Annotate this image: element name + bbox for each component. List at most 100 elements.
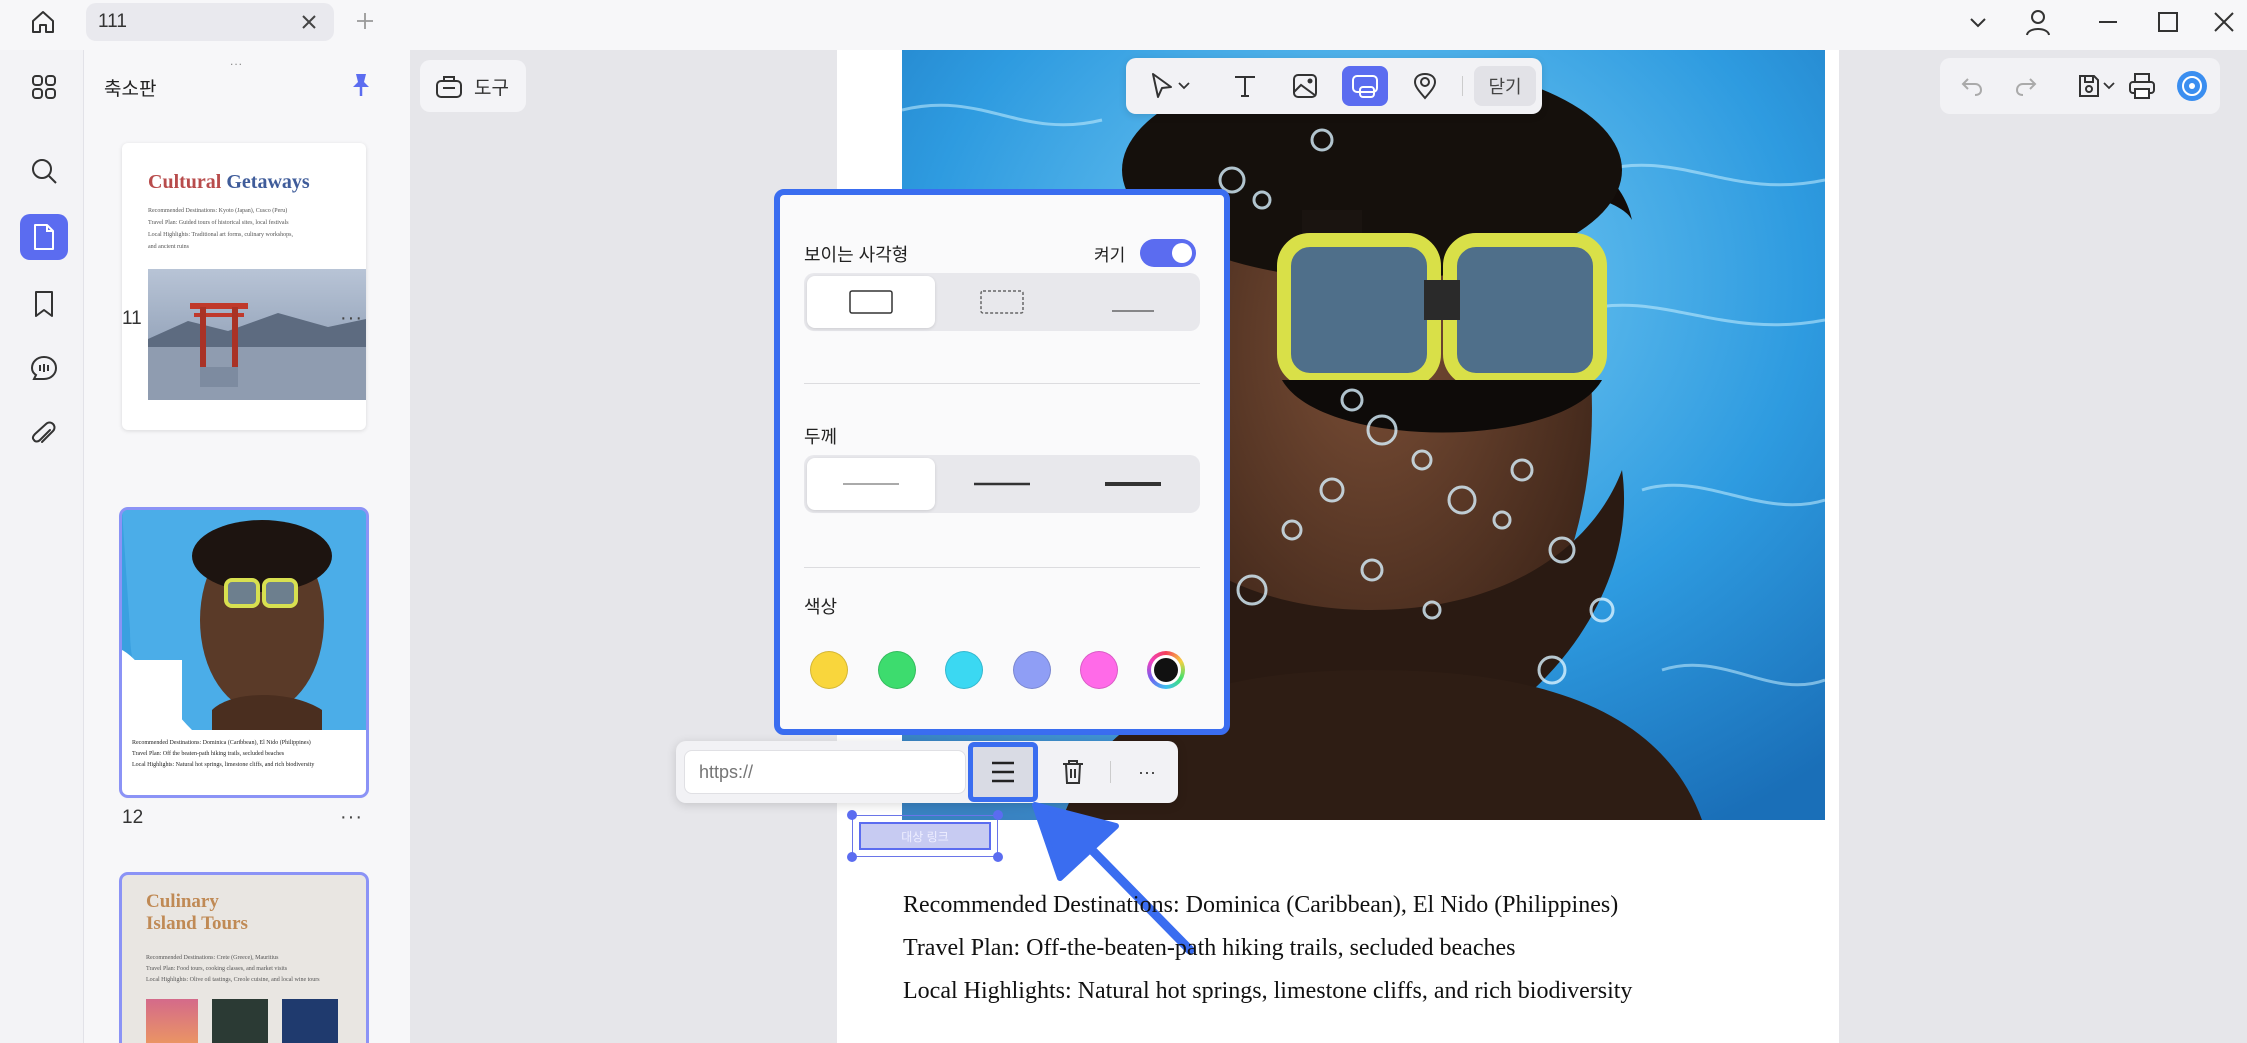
undo-icon	[1961, 78, 1983, 96]
border-dashed-option[interactable]	[938, 276, 1066, 328]
rail-pages-button[interactable]	[20, 214, 68, 260]
thumbnail-title-part-a: Culinary	[146, 891, 219, 912]
palm-night-image	[282, 999, 338, 1043]
page-11-more-button[interactable]: ···	[340, 307, 363, 330]
thumbnail-line: Local Highlights: Traditional art forms,…	[148, 232, 293, 238]
thickness-thin-option[interactable]	[807, 458, 935, 510]
color-swatch-custom[interactable]	[1147, 651, 1185, 689]
paperclip-icon	[31, 421, 56, 443]
select-tool-button[interactable]	[1134, 66, 1204, 106]
grid-icon	[32, 75, 56, 99]
color-swatch-green[interactable]	[878, 651, 916, 689]
search-icon	[32, 159, 57, 184]
visible-rect-label: 보이는 사각형	[804, 245, 909, 265]
page-thumbnail-12[interactable]: Recommended Destinations: Dominica (Cari…	[119, 507, 369, 798]
resize-handle[interactable]	[993, 810, 1003, 820]
resize-handle[interactable]	[847, 852, 857, 862]
toggle-knob	[1172, 243, 1192, 263]
color-swatch-cyan[interactable]	[945, 651, 983, 689]
maximize-button[interactable]	[2148, 4, 2188, 40]
drag-handle[interactable]: ...	[230, 54, 243, 68]
save-button[interactable]	[2066, 68, 2126, 104]
color-swatch-pink[interactable]	[1080, 651, 1118, 689]
page-12-more-button[interactable]: ···	[340, 806, 363, 829]
divider	[804, 383, 1200, 384]
rail-comments-button[interactable]	[20, 346, 68, 392]
rail-apps-button[interactable]	[20, 64, 68, 110]
chevron-down-button[interactable]	[1958, 4, 1998, 40]
ai-assistant-button[interactable]	[2172, 68, 2212, 104]
delete-link-button[interactable]	[1046, 750, 1100, 794]
link-toolbar: ···	[676, 741, 1178, 803]
close-edit-button[interactable]: 닫기	[1474, 66, 1536, 106]
thickness-label: 두께	[804, 427, 838, 447]
thickness-thick-option[interactable]	[1069, 458, 1197, 510]
minimize-button[interactable]	[2088, 4, 2128, 40]
thumbnail-line: Travel Plan: Off the beaten-path hiking …	[132, 751, 285, 757]
thumbnail-title-part-b: Island Tours	[146, 913, 248, 934]
close-icon[interactable]	[298, 11, 320, 33]
add-tab-icon[interactable]	[352, 8, 378, 34]
link-tool-button[interactable]	[1342, 66, 1388, 106]
pin-icon[interactable]	[349, 72, 373, 98]
color-swatch-yellow[interactable]	[810, 651, 848, 689]
page-thumbnail-13[interactable]: Culinary Island Tours Recommended Destin…	[119, 872, 369, 1043]
redo-icon	[2015, 78, 2037, 96]
account-button[interactable]	[2018, 4, 2058, 40]
link-properties-button[interactable]	[968, 742, 1038, 802]
rail-search-button[interactable]	[20, 148, 68, 194]
close-icon	[2214, 12, 2234, 32]
diver-thumbnail-image	[122, 510, 366, 730]
thumbnail-text: Recommended Destinations: Dominica (Cari…	[132, 738, 360, 771]
dashed-rect-icon	[980, 290, 1024, 314]
medium-line-icon	[974, 482, 1030, 486]
image-tool-button[interactable]	[1282, 66, 1328, 106]
right-toolbar	[1940, 58, 2220, 114]
thumbnail-line: Local Highlights: Olive oil tastings, Cr…	[146, 977, 320, 983]
page-number-12: 12	[122, 807, 144, 828]
page-number-11: 11	[122, 308, 142, 329]
border-underline-option[interactable]	[1069, 276, 1197, 328]
comment-icon	[30, 355, 58, 380]
stamp-tool-button[interactable]	[1402, 66, 1448, 106]
thin-line-icon	[843, 483, 899, 485]
visible-rect-toggle[interactable]	[1140, 239, 1196, 267]
undo-button[interactable]	[1952, 68, 1992, 104]
resize-handle[interactable]	[847, 810, 857, 820]
tools-button[interactable]: 도구	[420, 60, 526, 112]
rail-attachments-button[interactable]	[20, 412, 68, 458]
print-button[interactable]	[2122, 68, 2162, 104]
page-thumbnail-11[interactable]: Cultural Getaways Recommended Destinatio…	[122, 143, 366, 430]
document-tab[interactable]: 111	[86, 3, 334, 41]
page-icon	[34, 224, 54, 250]
border-solid-option[interactable]	[807, 276, 935, 328]
tab-title: 111	[98, 11, 127, 32]
text-tool-button[interactable]	[1222, 66, 1268, 106]
close-window-button[interactable]	[2204, 4, 2244, 40]
maximize-icon	[2158, 12, 2178, 32]
cursor-icon	[1152, 73, 1172, 98]
chevron-down-icon	[2103, 82, 2115, 90]
location-icon	[1413, 72, 1437, 100]
color-swatch-periwinkle[interactable]	[1013, 651, 1051, 689]
resize-handle[interactable]	[993, 852, 1003, 862]
solid-rect-icon	[849, 290, 893, 314]
body-line-1: Recommended Destinations: Dominica (Cari…	[903, 892, 1619, 918]
custom-color-fill	[1154, 658, 1178, 682]
link-properties-panel: 보이는 사각형 켜기 두께 색상	[774, 189, 1230, 735]
thumbnail-line: and ancient ruins	[148, 244, 189, 250]
link-annotation[interactable]: 대상 링크	[847, 810, 1003, 862]
thickness-medium-option[interactable]	[938, 458, 1066, 510]
redo-button[interactable]	[2006, 68, 2046, 104]
home-button[interactable]	[20, 2, 66, 42]
url-input[interactable]	[684, 750, 966, 794]
sunset-image	[146, 999, 198, 1043]
link-more-button[interactable]: ···	[1120, 750, 1174, 794]
thumbnail-text: Recommended Destinations: Kyoto (Japan),…	[148, 205, 348, 253]
tools-label: 도구	[474, 77, 509, 99]
toolbar-separator	[1110, 761, 1111, 783]
thumbnail-text: Recommended Destinations: Crete (Greece)…	[146, 953, 346, 986]
home-icon	[32, 11, 54, 33]
rail-bookmarks-button[interactable]	[20, 281, 68, 327]
menu-lines-icon	[992, 761, 1014, 783]
